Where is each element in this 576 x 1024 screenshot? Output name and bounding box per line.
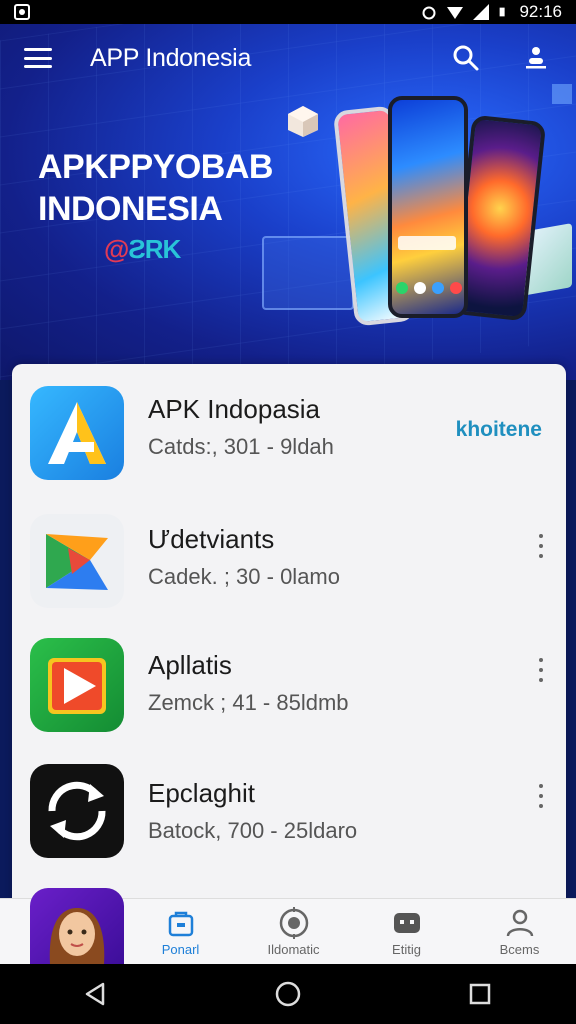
nav-item-ildomatic[interactable]: Ildomatic <box>237 899 350 964</box>
recents-icon[interactable] <box>460 974 500 1014</box>
play-triangle-icon <box>30 514 124 608</box>
play-arrow-icon <box>30 638 124 732</box>
brand-text: ƧRK <box>128 234 181 264</box>
alarm-icon <box>422 6 436 20</box>
status-time: 92:16 <box>519 2 562 21</box>
hero-title-line1: APKPPYOBAB <box>38 148 273 186</box>
app-name: Epclaghit <box>148 778 255 808</box>
nav-label: Bcems <box>499 942 540 957</box>
screen-panel-decoration <box>262 236 354 310</box>
app-meta: Cadek. ; 30 - 0lamo <box>148 564 340 589</box>
app-title: APP Indonesia <box>90 43 252 72</box>
app-name: Ưdetviants <box>148 524 275 554</box>
nav-label: Ildomatic <box>267 942 320 957</box>
hero-title-line2: INDONESIA <box>38 190 223 228</box>
back-icon[interactable] <box>76 974 116 1014</box>
search-icon[interactable] <box>450 42 482 74</box>
nav-item-bcems[interactable]: Bcems <box>463 899 576 964</box>
hero-title: APKPPYOBAB INDONESIA <box>38 146 273 230</box>
sync-arrows-icon <box>30 764 124 858</box>
app-meta: Zemck ; 41 - 85ldmb <box>148 690 349 715</box>
wifi-icon <box>447 7 464 19</box>
signal-icon <box>473 4 490 20</box>
app-list-card: APK Indopasia Catds:, 301 - 9ldah khoite… <box>12 364 566 924</box>
store-bag-icon <box>164 906 198 940</box>
target-icon <box>277 906 311 940</box>
home-icon[interactable] <box>268 974 308 1014</box>
more-options-icon[interactable] <box>536 784 546 808</box>
more-options-icon[interactable] <box>536 534 546 558</box>
cube-decoration <box>288 106 318 137</box>
person-icon <box>503 906 537 940</box>
phone-center-image <box>388 96 468 318</box>
nav-label: Ponarl <box>161 942 200 957</box>
nav-label: Etitig <box>392 942 421 957</box>
app-a-icon <box>30 386 124 480</box>
list-item[interactable]: APK Indopasia Catds:, 301 - 9ldah khoite… <box>12 386 566 506</box>
gamepad-icon <box>390 906 424 940</box>
app-meta: Catds:, 301 - 9ldah <box>148 434 334 459</box>
app-name: APK Indopasia <box>148 394 321 424</box>
system-navigation-bar <box>0 964 576 1024</box>
account-icon[interactable] <box>520 42 552 74</box>
nav-item-ponarl[interactable]: Ponarl <box>124 899 237 964</box>
list-item[interactable]: Epclaghit Batock, 700 - 25ldaro <box>12 764 566 884</box>
app-bar: APP Indonesia <box>0 30 576 86</box>
screen: APKPPYOBAB INDONESIA @ƧRK 92:16 APP Indo… <box>0 0 576 1024</box>
more-options-icon[interactable] <box>536 658 546 682</box>
status-bar: 92:16 <box>0 0 576 24</box>
notification-icon <box>14 4 30 20</box>
list-item[interactable]: Apllatis Zemck ; 41 - 85ldmb <box>12 638 566 758</box>
avatar <box>30 888 124 964</box>
nav-item-etitig[interactable]: Etitig <box>350 899 463 964</box>
app-action-button[interactable]: khoitene <box>456 418 542 442</box>
app-name: Apllatis <box>148 650 232 680</box>
app-meta: Batock, 700 - 25ldaro <box>148 818 358 843</box>
brand-at-symbol: @ <box>104 234 129 264</box>
menu-icon[interactable] <box>24 48 52 68</box>
battery-icon <box>500 7 506 17</box>
hero-brand-logo: @ƧRK <box>104 234 181 265</box>
list-item[interactable]: Ưdetviants Cadek. ; 30 - 0lamo <box>12 514 566 634</box>
